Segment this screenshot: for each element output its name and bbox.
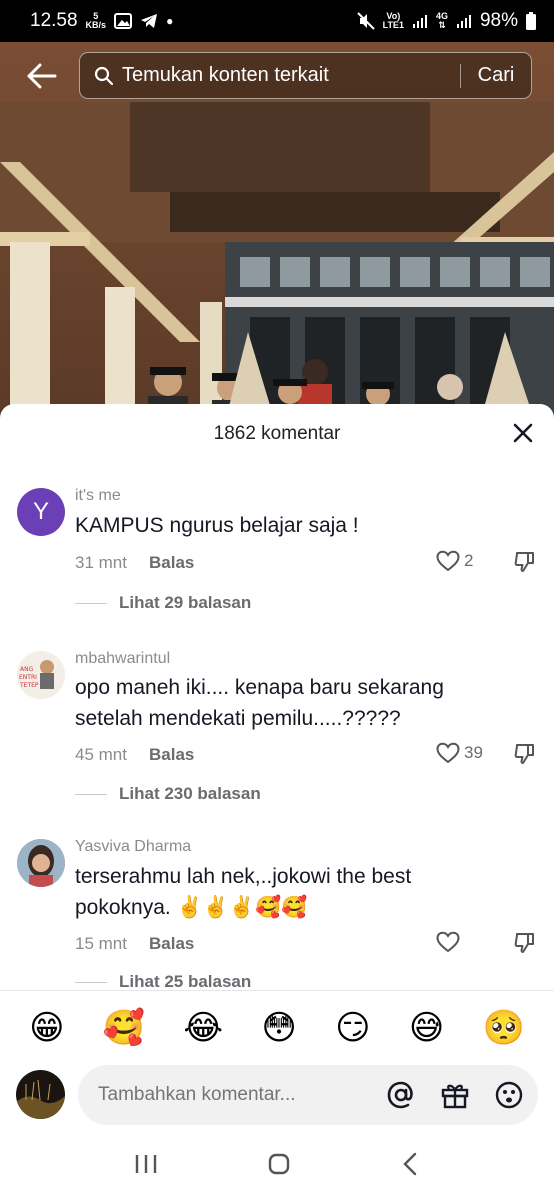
- heart-icon: [436, 931, 460, 953]
- comment-time: 31 mnt: [75, 553, 127, 572]
- emoji-tears-of-joy[interactable]: 😂: [183, 1008, 223, 1048]
- close-icon: [513, 423, 533, 443]
- dislike-button[interactable]: [513, 742, 537, 771]
- mention-button[interactable]: [386, 1080, 416, 1110]
- like-button[interactable]: 2: [436, 550, 473, 572]
- svg-text:TETEP: TETEP: [19, 682, 39, 689]
- system-nav-bar: [0, 1132, 554, 1200]
- emoji-pleading[interactable]: 🥺: [483, 1008, 525, 1048]
- emoji-grin[interactable]: 😁: [29, 1008, 64, 1048]
- view-replies-label: Lihat 25 balasan: [119, 972, 252, 991]
- comment-text: opo maneh iki.... kenapa baru sekarang s…: [75, 676, 444, 730]
- avatar-image: [16, 1070, 65, 1119]
- replies-divider: [75, 602, 107, 604]
- svg-text:ANG: ANG: [20, 666, 34, 673]
- view-replies-button[interactable]: Lihat 25 balasan: [75, 972, 251, 992]
- lte-label: Vo) LTE1: [382, 11, 404, 30]
- recent-apps-icon: [136, 1154, 157, 1173]
- reply-button[interactable]: Balas: [149, 745, 194, 765]
- search-button[interactable]: Cari: [461, 64, 531, 87]
- video-frame-image: [0, 42, 554, 422]
- search-input[interactable]: Temukan konten terkait: [122, 64, 460, 87]
- comment-composer: [0, 1064, 554, 1132]
- comment-time: 15 mnt: [75, 934, 127, 953]
- heart-icon: [436, 550, 460, 572]
- dot-icon: ●: [166, 14, 174, 28]
- gift-icon: [441, 1084, 469, 1109]
- thumbs-down-icon: [514, 552, 534, 572]
- like-count: 2: [464, 551, 474, 570]
- status-bar: 12.58 5 KB/s ● Vo) LTE1 4G ⇅ 98%: [0, 0, 554, 42]
- telegram-icon: [141, 14, 158, 28]
- comment-username[interactable]: mbahwarintul: [75, 650, 170, 668]
- close-button[interactable]: [510, 420, 536, 446]
- at-icon: [387, 1081, 413, 1109]
- comments-count-title: 1862 komentar: [213, 423, 341, 444]
- emoji-sweat-smile[interactable]: 😅: [409, 1008, 444, 1048]
- home-button[interactable]: [267, 1152, 291, 1181]
- comment-meta: 15 mnt Balas: [75, 934, 194, 954]
- video-player[interactable]: [0, 42, 554, 422]
- view-replies-button[interactable]: Lihat 29 balasan: [75, 593, 251, 613]
- comment-meta: 45 mnt Balas: [75, 745, 194, 765]
- like-button[interactable]: [436, 931, 464, 953]
- comment-meta: 31 mnt Balas: [75, 553, 194, 573]
- svg-text:ENTRI: ENTRI: [19, 674, 37, 681]
- battery-level: 98%: [479, 10, 518, 31]
- view-replies-button[interactable]: Lihat 230 balasan: [75, 784, 261, 804]
- 4g-label: 4G ⇅: [435, 11, 448, 30]
- heart-icon: [436, 742, 460, 764]
- comment-username[interactable]: Yasviva Dharma: [75, 838, 191, 856]
- replies-divider: [75, 793, 107, 795]
- like-button[interactable]: 39: [436, 742, 483, 764]
- comment-username[interactable]: it's me: [75, 487, 121, 505]
- emoji-quick-bar: 😁 🥰 😂 😳 😏 😅 🥺: [0, 990, 554, 1064]
- dislike-button[interactable]: [513, 931, 537, 960]
- mute-icon: [356, 12, 375, 30]
- like-count: 39: [464, 743, 483, 762]
- thumbs-down-icon: [514, 744, 534, 764]
- back-button[interactable]: [24, 58, 60, 94]
- chevron-left-icon: [402, 1152, 416, 1175]
- avatar[interactable]: [17, 839, 65, 887]
- my-avatar[interactable]: [16, 1070, 65, 1119]
- recent-apps-button[interactable]: [134, 1153, 158, 1180]
- thumbs-down-icon: [514, 933, 534, 953]
- comment-time: 45 mnt: [75, 745, 127, 764]
- emoji-flushed[interactable]: 😳: [261, 1008, 296, 1048]
- composer-icons: [386, 1080, 524, 1110]
- reply-button[interactable]: Balas: [149, 934, 194, 954]
- comments-header: 1862 komentar: [0, 404, 554, 464]
- avatar[interactable]: ANG ENTRI TETEP: [17, 651, 65, 699]
- clock: 12.58: [30, 10, 78, 31]
- emoji-picker-button[interactable]: [494, 1080, 524, 1110]
- signal-2-icon: [456, 15, 471, 28]
- view-replies-label: Lihat 29 balasan: [119, 593, 252, 612]
- avatar-image: [17, 839, 65, 887]
- search-bar[interactable]: Temukan konten terkait Cari: [79, 52, 532, 99]
- search-icon: [86, 66, 122, 86]
- signal-icon: [412, 15, 427, 28]
- gift-button[interactable]: [440, 1080, 470, 1110]
- battery-icon: [526, 12, 536, 30]
- comment-text: KAMPUS ngurus belajar saja !: [75, 514, 359, 537]
- emoji-smiling-hearts[interactable]: 🥰: [103, 1008, 145, 1048]
- network-speed: 5 KB/s: [85, 11, 107, 30]
- comment-text: terserahmu lah nek,..jokowi the best pok…: [75, 865, 412, 919]
- view-replies-label: Lihat 230 balasan: [119, 784, 261, 803]
- replies-divider: [75, 981, 107, 983]
- avatar-image: ANGENTRITETEP: [17, 651, 65, 699]
- back-nav-button[interactable]: [400, 1152, 420, 1181]
- dislike-button[interactable]: [513, 550, 537, 579]
- arrow-left-icon: [27, 63, 57, 89]
- reply-button[interactable]: Balas: [149, 553, 194, 573]
- emoji-smirk[interactable]: 😏: [335, 1008, 370, 1048]
- gallery-icon: [114, 13, 133, 29]
- home-icon: [268, 1153, 290, 1174]
- emoji-face-icon: [495, 1081, 523, 1109]
- avatar[interactable]: Y: [17, 488, 65, 536]
